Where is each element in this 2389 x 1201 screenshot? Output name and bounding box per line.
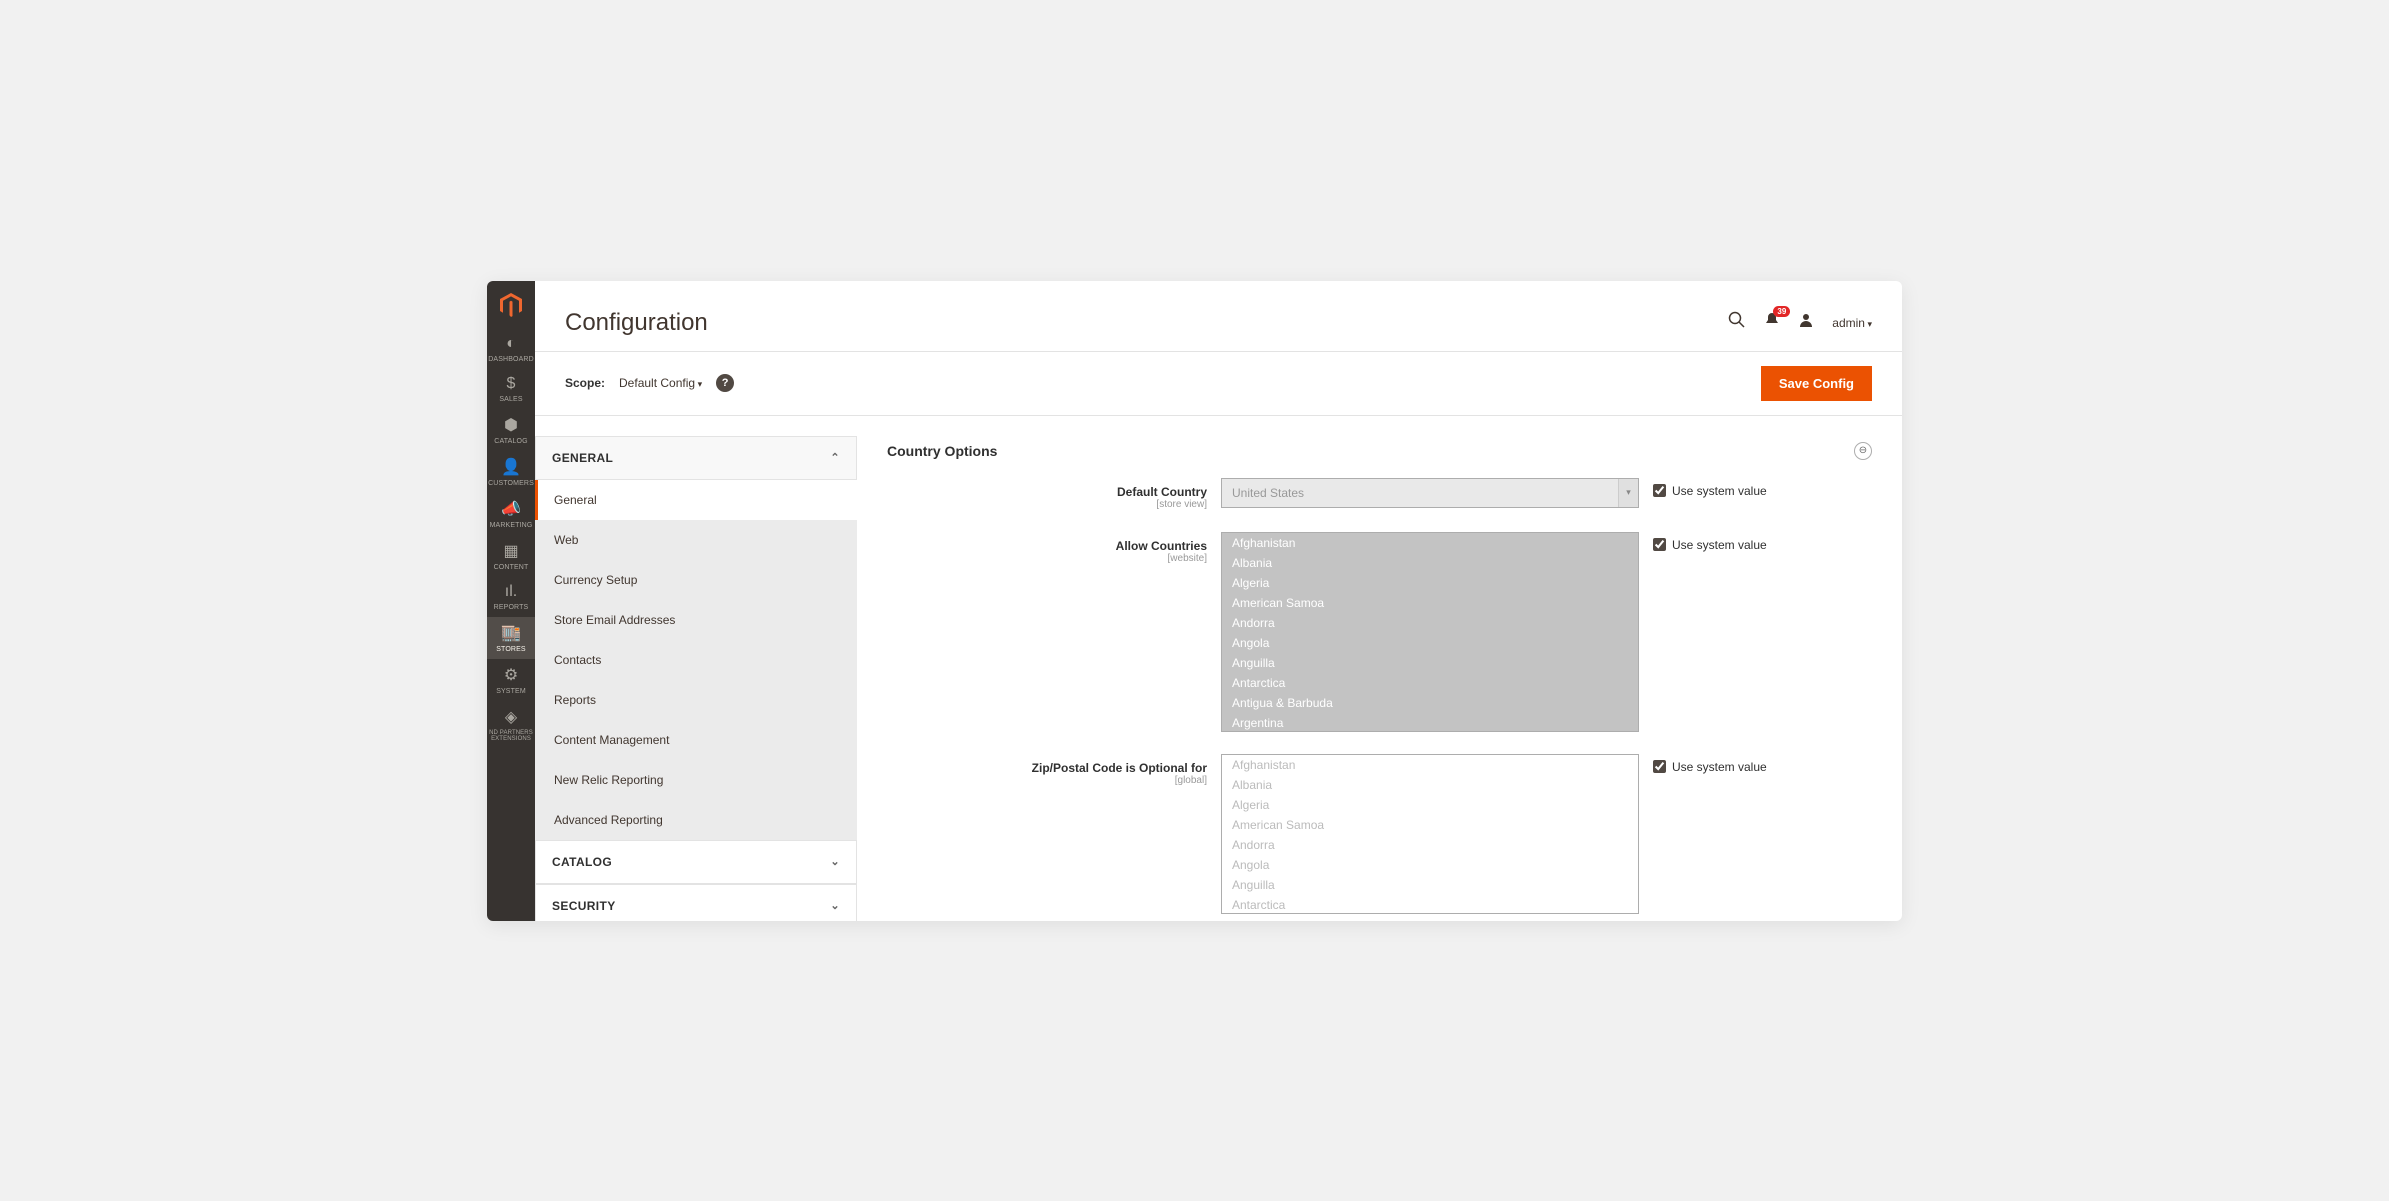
country-option[interactable]: Anguilla [1222, 875, 1638, 895]
config-sidebar: GENERAL ⌃ General Web Currency Setup Sto… [535, 416, 857, 921]
nav-system[interactable]: ⚙SYSTEM [487, 659, 535, 701]
page-header: Configuration 39 admin [535, 281, 1902, 351]
admin-sidebar: ◐DASHBOARD $SALES ⬢CATALOG 👤CUSTOMERS 📣M… [487, 281, 535, 921]
use-system-allow-countries[interactable]: Use system value [1653, 532, 1767, 552]
label-default-country: Default Country [1117, 485, 1207, 499]
cfg-item-email[interactable]: Store Email Addresses [535, 600, 857, 640]
gear-icon: ⚙ [504, 665, 518, 685]
country-option[interactable]: Algeria [1222, 573, 1638, 593]
scope-label: Scope: [565, 376, 605, 390]
collapse-icon[interactable]: ⊖ [1854, 442, 1872, 460]
dollar-icon: $ [507, 375, 516, 393]
nav-customers[interactable]: 👤CUSTOMERS [487, 451, 535, 493]
magento-logo[interactable] [487, 281, 535, 329]
help-icon[interactable]: ? [716, 374, 734, 392]
user-icon[interactable] [1798, 312, 1814, 333]
select-default-country[interactable]: United States ▾ [1221, 478, 1639, 508]
country-option[interactable]: Andorra [1222, 613, 1638, 633]
chevron-up-icon: ⌃ [830, 451, 840, 464]
country-option[interactable]: American Samoa [1222, 815, 1638, 835]
group-title: Country Options [887, 443, 997, 459]
country-option[interactable]: Angola [1222, 855, 1638, 875]
checkbox-use-system[interactable] [1653, 760, 1666, 773]
megaphone-icon: 📣 [501, 499, 521, 519]
nav-stores[interactable]: 🏬STORES [487, 617, 535, 659]
puzzle-icon: ◈ [505, 707, 517, 727]
chevron-down-icon: ⌄ [830, 855, 840, 868]
checkbox-use-system[interactable] [1653, 484, 1666, 497]
country-option[interactable]: Argentina [1222, 713, 1638, 732]
country-option[interactable]: American Samoa [1222, 593, 1638, 613]
country-option[interactable]: Angola [1222, 633, 1638, 653]
country-option[interactable]: Antarctica [1222, 895, 1638, 914]
cfg-item-currency[interactable]: Currency Setup [535, 560, 857, 600]
page-title: Configuration [565, 309, 708, 337]
country-option[interactable]: Afghanistan [1222, 755, 1638, 775]
scope-selector[interactable]: Default Config [619, 376, 702, 390]
cfg-item-cms[interactable]: Content Management [535, 720, 857, 760]
nav-partners[interactable]: ◈ND PARTNERS EXTENSIONS [487, 701, 535, 748]
cfg-item-advanced-reporting[interactable]: Advanced Reporting [535, 800, 857, 840]
checkbox-use-system[interactable] [1653, 538, 1666, 551]
cfg-item-web[interactable]: Web [535, 520, 857, 560]
row-allow-countries: Allow Countries [website] AfghanistanAlb… [887, 532, 1872, 732]
country-option[interactable]: Afghanistan [1222, 533, 1638, 553]
country-option[interactable]: Antarctica [1222, 673, 1638, 693]
nav-sales[interactable]: $SALES [487, 369, 535, 409]
cfg-item-reports[interactable]: Reports [535, 680, 857, 720]
country-option[interactable]: Anguilla [1222, 653, 1638, 673]
cfg-item-newrelic[interactable]: New Relic Reporting [535, 760, 857, 800]
cfg-section-catalog[interactable]: CATALOG ⌄ [535, 840, 857, 884]
country-option[interactable]: Antigua & Barbuda [1222, 693, 1638, 713]
save-config-button[interactable]: Save Config [1761, 366, 1872, 401]
form-area: Country Options ⊖ Default Country [store… [857, 416, 1902, 921]
chevron-down-icon: ⌄ [830, 899, 840, 912]
cfg-item-general[interactable]: General [535, 480, 857, 520]
nav-reports[interactable]: ıl.REPORTS [487, 577, 535, 617]
search-icon[interactable] [1728, 311, 1746, 334]
country-option[interactable]: Albania [1222, 553, 1638, 573]
country-option[interactable]: Algeria [1222, 795, 1638, 815]
row-zip-optional: Zip/Postal Code is Optional for [global]… [887, 754, 1872, 914]
country-option[interactable]: Albania [1222, 775, 1638, 795]
person-icon: 👤 [501, 457, 521, 477]
dropdown-arrow-icon: ▾ [1618, 479, 1638, 507]
label-zip-optional: Zip/Postal Code is Optional for [1032, 761, 1207, 775]
chart-icon: ıl. [505, 583, 517, 601]
multiselect-zip-optional[interactable]: AfghanistanAlbaniaAlgeriaAmerican SamoaA… [1221, 754, 1639, 914]
dashboard-icon: ◐ [506, 335, 516, 353]
use-system-zip-optional[interactable]: Use system value [1653, 754, 1767, 774]
use-system-default-country[interactable]: Use system value [1653, 478, 1767, 498]
scope-bar: Scope: Default Config ? Save Config [535, 351, 1902, 416]
country-option[interactable]: Andorra [1222, 835, 1638, 855]
notifications-badge: 39 [1773, 306, 1790, 317]
group-country-options[interactable]: Country Options ⊖ [887, 436, 1872, 478]
label-allow-countries: Allow Countries [1116, 539, 1207, 553]
cfg-section-security[interactable]: SECURITY ⌄ [535, 884, 857, 921]
nav-dashboard[interactable]: ◐DASHBOARD [487, 329, 535, 369]
cfg-section-general[interactable]: GENERAL ⌃ [535, 436, 857, 480]
admin-user-menu[interactable]: admin [1832, 316, 1872, 330]
box-icon: ⬢ [504, 415, 518, 435]
nav-marketing[interactable]: 📣MARKETING [487, 493, 535, 535]
row-default-country: Default Country [store view] United Stat… [887, 478, 1872, 510]
layout-icon: ▦ [503, 541, 518, 561]
store-icon: 🏬 [501, 623, 521, 643]
multiselect-allow-countries[interactable]: AfghanistanAlbaniaAlgeriaAmerican SamoaA… [1221, 532, 1639, 732]
cfg-item-contacts[interactable]: Contacts [535, 640, 857, 680]
nav-content[interactable]: ▦CONTENT [487, 535, 535, 577]
nav-catalog[interactable]: ⬢CATALOG [487, 409, 535, 451]
notifications-icon[interactable]: 39 [1764, 312, 1780, 333]
